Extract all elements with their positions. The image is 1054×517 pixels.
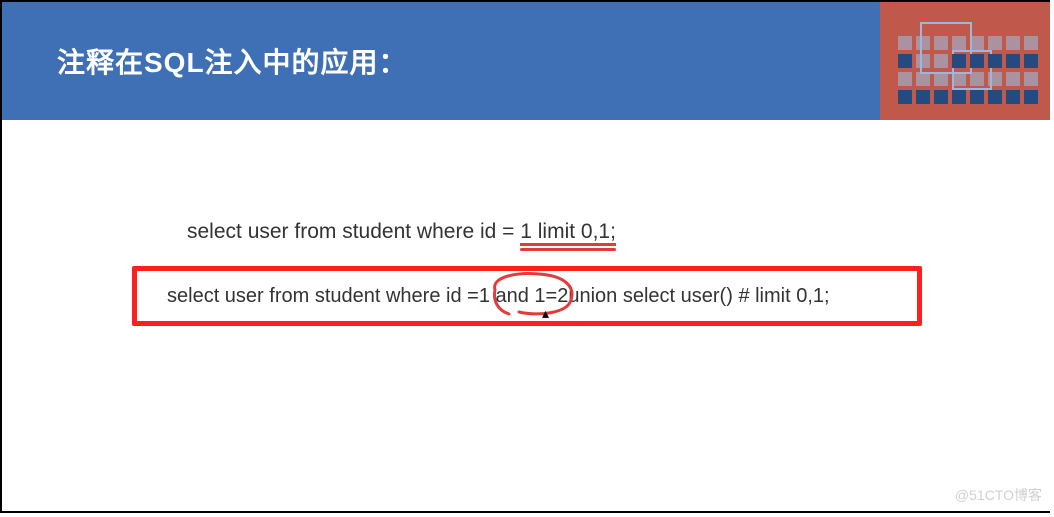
slide-header: 注释在SQL注入中的应用： [2, 2, 1050, 120]
sql-text: union select user() # limit 0,1; [568, 285, 829, 308]
sql-query-injected-box: select user from student where id = 1 an… [132, 266, 922, 326]
sql-text: select user from student where id = [167, 285, 479, 308]
sql-text: select user from student where id = [187, 220, 520, 243]
sql-text-highlighted: 1 limit 0,1; [520, 220, 616, 246]
slide-frame: 注释在SQL注入中的应用： select user from student w… [0, 0, 1050, 513]
sql-query-original: select user from student where id = 1 li… [187, 220, 616, 244]
sql-text-circled: 1 and 1=2 [479, 285, 569, 308]
slide-title: 注释在SQL注入中的应用： [57, 41, 408, 81]
mouse-cursor-icon: ▴ [542, 305, 549, 322]
watermark-text: @51CTO博客 [955, 485, 1042, 505]
slide-body: select user from student where id = 1 li… [2, 120, 1050, 220]
header-decor-dot-grid [898, 36, 1038, 104]
